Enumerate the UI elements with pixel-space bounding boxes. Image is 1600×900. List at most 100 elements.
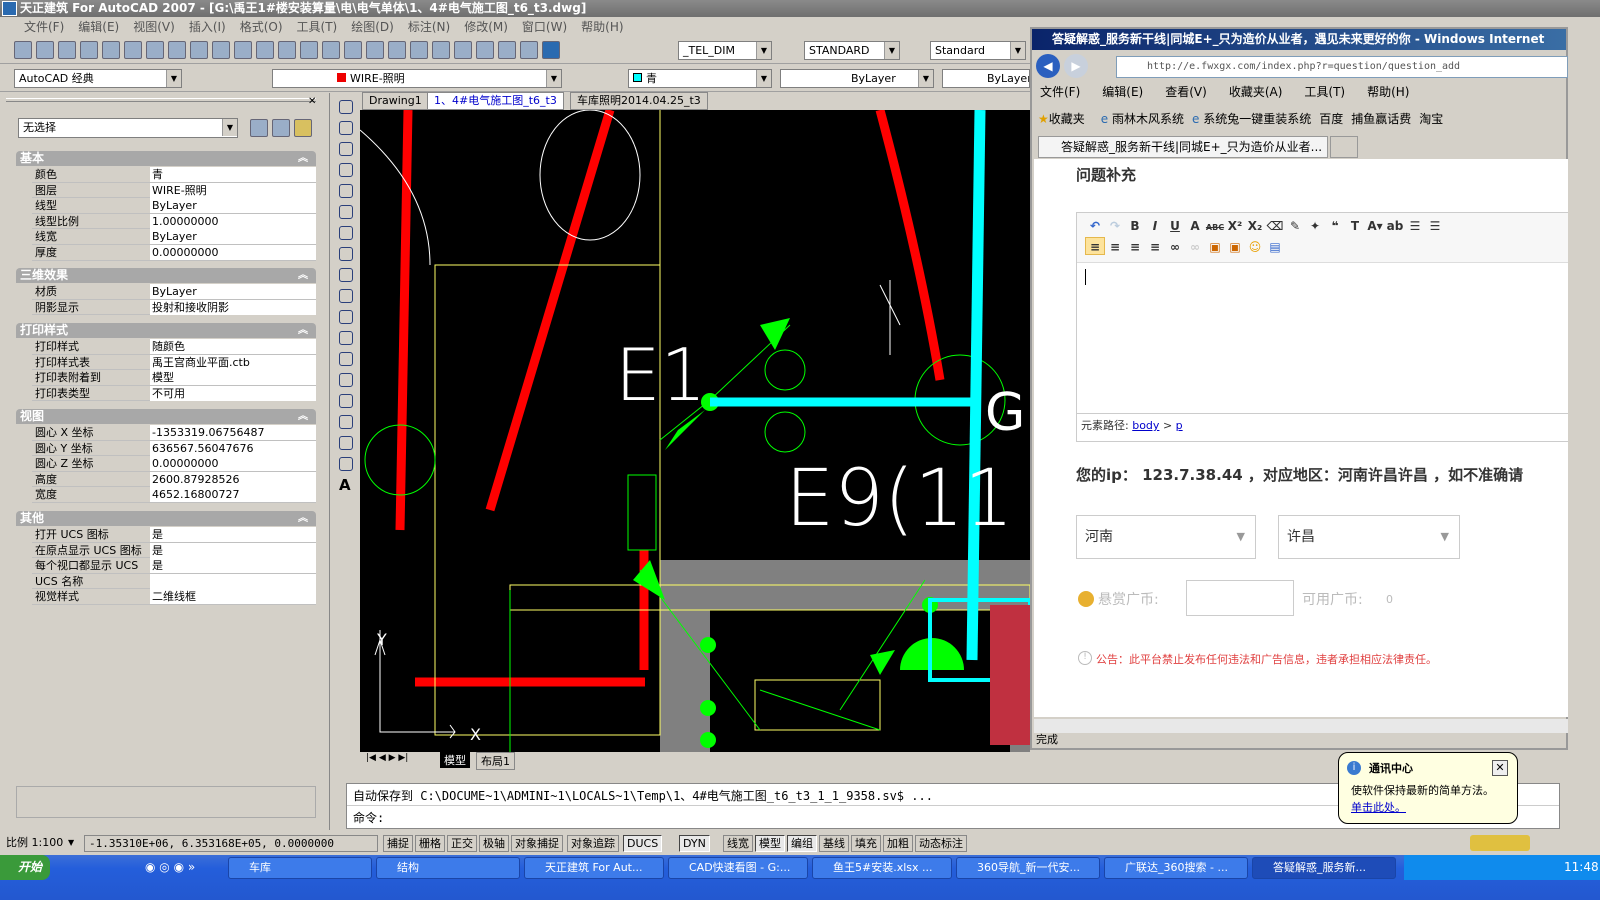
format-brush-icon[interactable]: ✎	[1285, 217, 1305, 235]
status-toggle-12[interactable]: 填充	[851, 835, 881, 852]
scale-select[interactable]: 比例 1:100	[6, 833, 63, 853]
property-value[interactable]: -1353319.06756487	[150, 425, 316, 440]
pan-icon[interactable]	[322, 41, 340, 59]
tool-palette-icon[interactable]	[454, 41, 472, 59]
status-toggle-13[interactable]: 加粗	[883, 835, 913, 852]
tray-icons[interactable]	[1470, 835, 1530, 851]
zoom-window-icon[interactable]	[366, 41, 384, 59]
collapse-icon[interactable]: ︽	[298, 409, 308, 424]
point-icon[interactable]	[339, 373, 353, 387]
back-button[interactable]: ◀	[1036, 54, 1060, 78]
property-row[interactable]: 圆心 Z 坐标 0.00000000	[32, 456, 316, 472]
properties-icon[interactable]	[410, 41, 428, 59]
zoom-previous-icon[interactable]	[388, 41, 406, 59]
underline-icon[interactable]: U	[1165, 217, 1185, 235]
menu-tools[interactable]: 工具(T)	[297, 20, 338, 34]
property-row[interactable]: UCS 名称	[32, 573, 316, 590]
reward-input[interactable]	[1186, 580, 1294, 616]
property-value[interactable]: ByLayer	[150, 198, 316, 214]
task-tangent[interactable]: 天正建筑 For Aut...	[524, 857, 664, 879]
task-glodon-search[interactable]: 广联达_360搜索 - ...	[1104, 857, 1248, 879]
highlight-icon[interactable]: ab	[1385, 217, 1405, 235]
paste-text-icon[interactable]: T	[1345, 217, 1365, 235]
collapse-icon[interactable]: ︽	[298, 511, 308, 526]
sheet-set-icon[interactable]	[476, 41, 494, 59]
status-toggle-14[interactable]: 动态标注	[915, 835, 967, 852]
city-select[interactable]: 许昌 ▼	[1278, 515, 1460, 559]
fav-link[interactable]: 系统兔一键重装系统	[1203, 112, 1311, 126]
fav-link[interactable]: 百度	[1319, 112, 1343, 126]
start-button[interactable]: 开始	[0, 855, 50, 880]
fav-link[interactable]: 淘宝	[1419, 112, 1443, 126]
property-row[interactable]: 阴影显示 投射和接收阴影	[32, 299, 316, 316]
favorites-button[interactable]: 收藏夹	[1049, 112, 1085, 126]
tab-electrical-drawing[interactable]: 1、4#电气施工图_t6_t3	[427, 92, 564, 110]
menu-view[interactable]: 视图(V)	[133, 20, 175, 34]
make-block-icon[interactable]	[339, 352, 353, 366]
property-value[interactable]: 不可用	[150, 385, 316, 401]
menu-insert[interactable]: 插入(I)	[189, 20, 226, 34]
status-toggle-11[interactable]: 基线	[819, 835, 849, 852]
publish-icon[interactable]	[124, 41, 142, 59]
menu-format[interactable]: 格式(O)	[240, 20, 283, 34]
font-border-icon[interactable]: A	[1185, 217, 1205, 235]
menu-draw[interactable]: 绘图(D)	[351, 20, 394, 34]
cut-icon[interactable]	[168, 41, 186, 59]
image-icon[interactable]: ▣	[1205, 238, 1225, 256]
design-center-icon[interactable]	[432, 41, 450, 59]
property-row[interactable]: 线型比例 1.00000000	[32, 213, 316, 230]
property-value[interactable]: 是	[150, 527, 316, 542]
ie-menu-edit[interactable]: 编辑(E)	[1102, 85, 1143, 99]
task-cad-viewer[interactable]: CAD快速看图 - G:...	[668, 857, 808, 879]
balloon-link[interactable]: 单击此处。	[1351, 799, 1406, 815]
task-garage[interactable]: 车库	[228, 857, 372, 879]
property-row[interactable]: 材质 ByLayer	[32, 284, 316, 300]
ie-menu-tools[interactable]: 工具(T)	[1304, 85, 1345, 99]
property-row[interactable]: 打印样式 随颜色	[32, 339, 316, 355]
dim-style-select[interactable]: STANDARD ▼	[804, 41, 900, 60]
markup-icon[interactable]	[498, 41, 516, 59]
spline-icon[interactable]	[339, 268, 353, 282]
paste-icon[interactable]	[212, 41, 230, 59]
editor-body[interactable]	[1077, 263, 1568, 413]
status-toggle-6[interactable]: DUCS	[623, 835, 663, 852]
align-left-icon[interactable]: ≡	[1085, 237, 1105, 255]
redo-icon[interactable]	[300, 41, 318, 59]
color-select[interactable]: 青 ▼	[628, 69, 772, 88]
property-value[interactable]: 投射和接收阴影	[150, 299, 316, 315]
menu-help[interactable]: 帮助(H)	[581, 20, 623, 34]
mtext-icon[interactable]: A	[339, 478, 353, 493]
property-value[interactable]: 0.00000000	[150, 456, 316, 472]
superscript-icon[interactable]: X²	[1225, 217, 1245, 235]
close-icon[interactable]: ✕	[308, 96, 316, 107]
tab-drawing1[interactable]: Drawing1	[362, 92, 429, 110]
collapse-icon[interactable]: ︽	[298, 268, 308, 283]
tab-layout1[interactable]: 布局1	[476, 752, 515, 770]
region-icon[interactable]	[339, 436, 353, 450]
status-toggle-10[interactable]: 编组	[787, 835, 817, 852]
menu-file[interactable]: 文件(F)	[24, 20, 64, 34]
property-value[interactable]: 0.00000000	[150, 245, 316, 260]
property-row[interactable]: 高度 2600.87928526	[32, 471, 316, 488]
collapse-icon[interactable]: ︽	[298, 323, 308, 338]
close-icon[interactable]: ✕	[1492, 760, 1508, 776]
subscript-icon[interactable]: X₂	[1245, 217, 1265, 235]
open-icon[interactable]	[36, 41, 54, 59]
property-row[interactable]: 每个视口都显示 UCS 是	[32, 558, 316, 574]
fav-link[interactable]: 捕鱼赢话费	[1351, 112, 1411, 126]
collapse-icon[interactable]: ︽	[298, 151, 308, 166]
menu-edit[interactable]: 编辑(E)	[78, 20, 119, 34]
path-body-link[interactable]: body	[1132, 419, 1159, 432]
construction-line-icon[interactable]	[339, 121, 353, 135]
ie-tab[interactable]: 答疑解惑_服务新干线|同城E+_只为造价从业者...	[1038, 136, 1328, 158]
address-bar[interactable]: http://e.fwxgx.com/index.php?r=question/…	[1116, 56, 1568, 78]
palette-grip[interactable]	[6, 98, 316, 102]
status-toggle-9[interactable]: 模型	[755, 835, 785, 852]
section-header[interactable]: 视图 ︽	[16, 409, 316, 424]
help-icon[interactable]	[542, 41, 560, 59]
match-prop-icon[interactable]	[234, 41, 252, 59]
align-center-icon[interactable]: ≡	[1105, 238, 1125, 256]
ordered-list-icon[interactable]: ☰	[1405, 217, 1425, 235]
arc-icon[interactable]	[339, 205, 353, 219]
align-right-icon[interactable]: ≡	[1125, 238, 1145, 256]
